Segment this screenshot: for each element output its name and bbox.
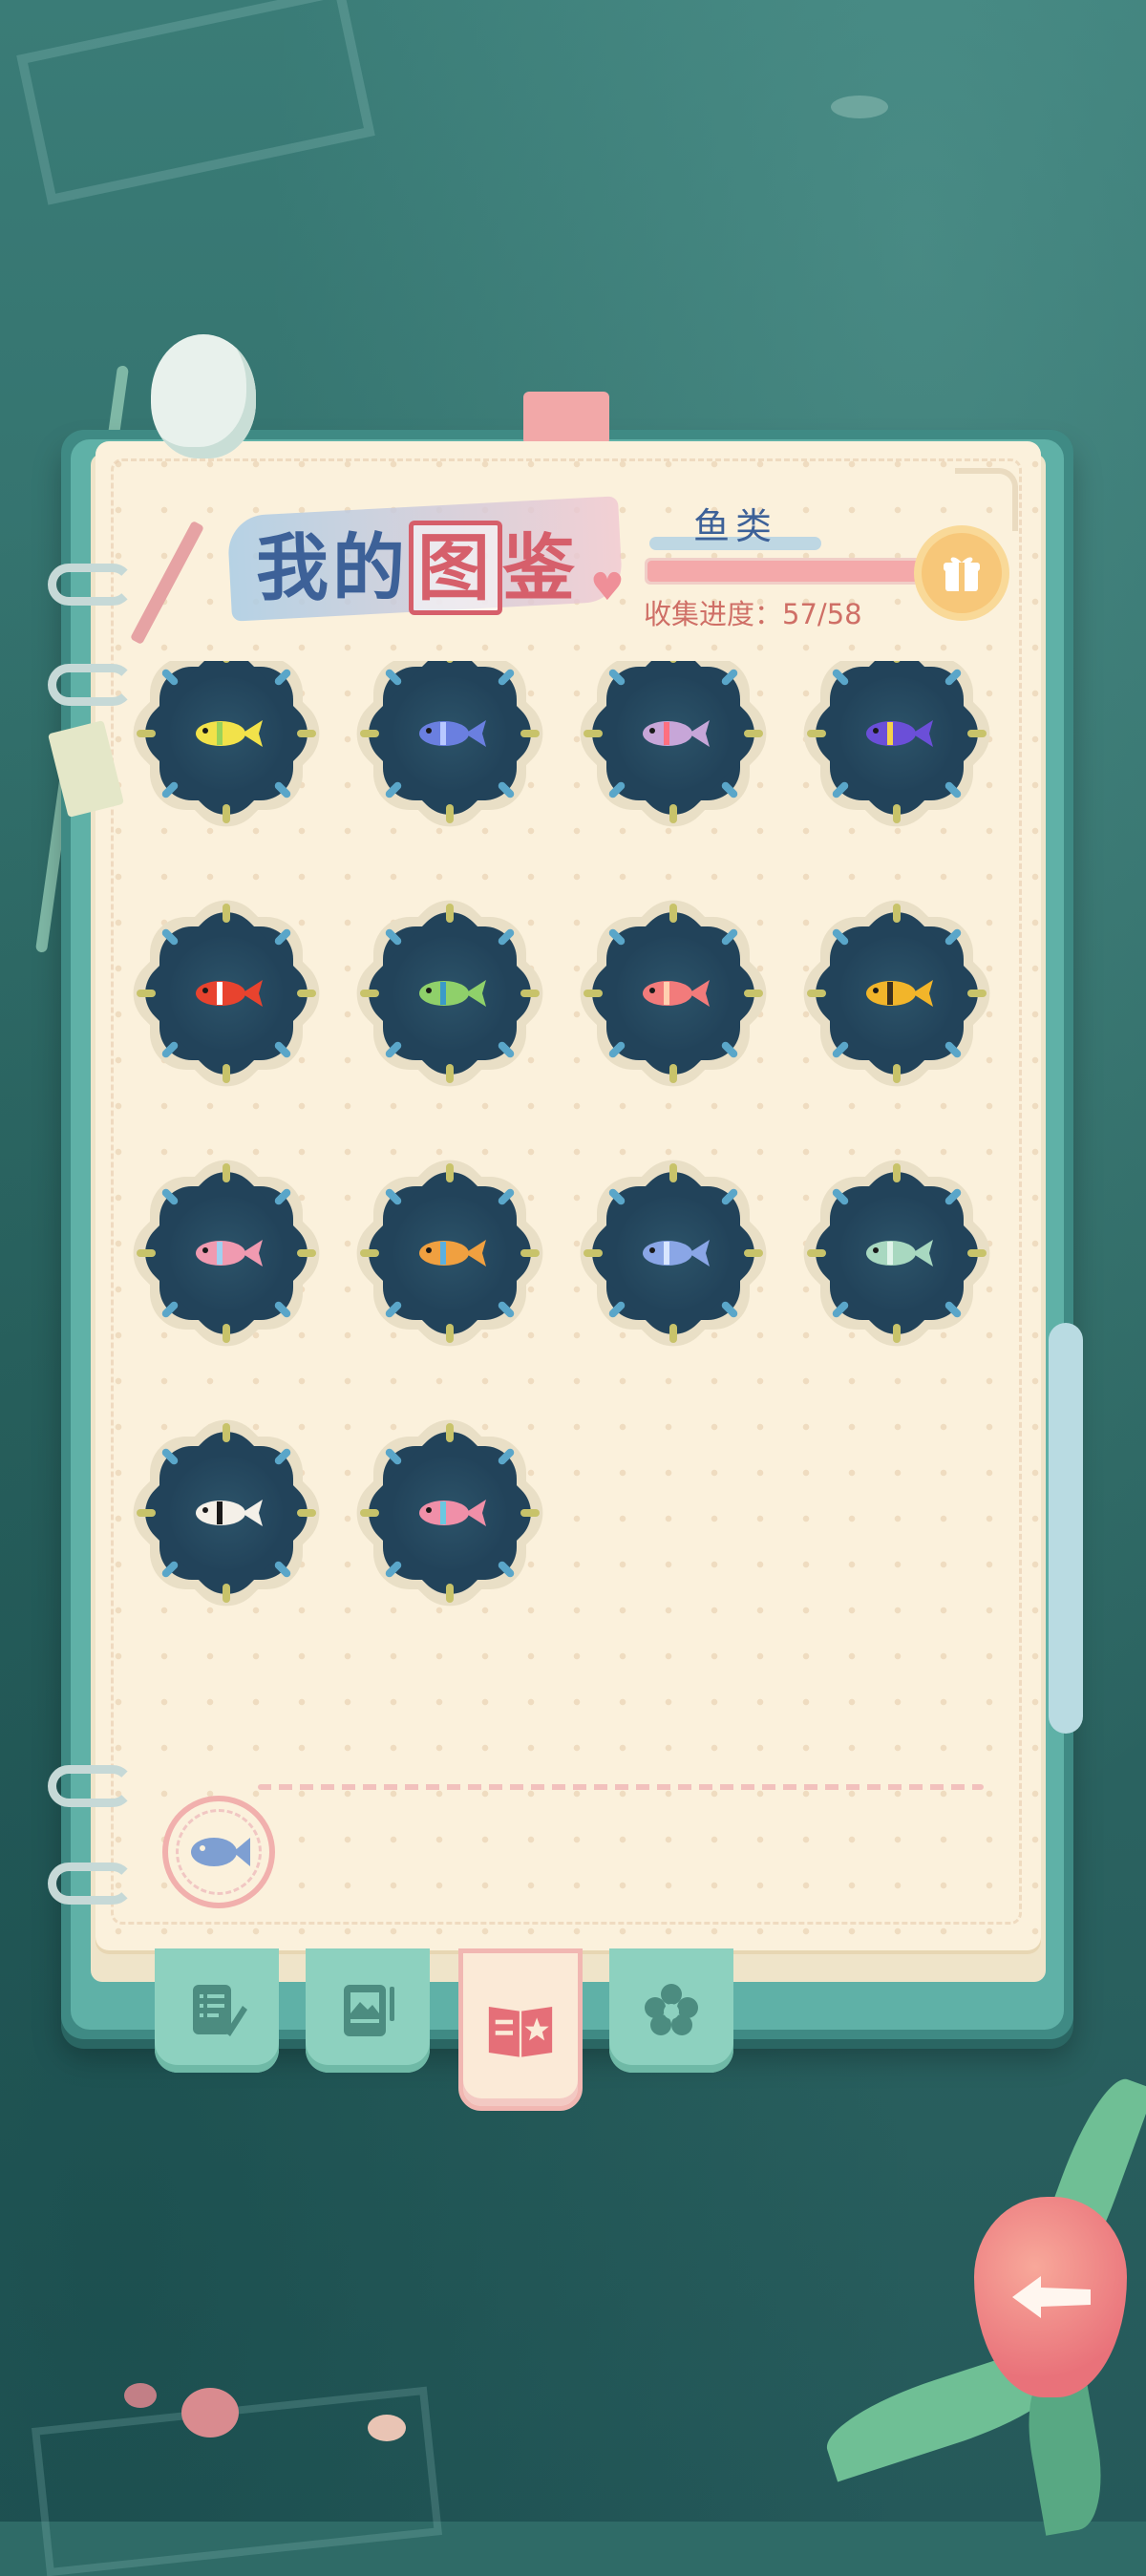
collection-slot-yellow-tang-fish[interactable]	[115, 661, 338, 863]
binder-ring	[48, 1863, 134, 1905]
lace-ribbon-decoration	[1049, 1323, 1083, 1734]
binder-ring	[48, 564, 134, 606]
collection-progress-bar	[645, 558, 960, 585]
filter-button-ring	[176, 1809, 262, 1895]
collection-slot-yellow-boxfish[interactable]	[785, 863, 1008, 1123]
title-boxed-char: 图	[409, 521, 502, 615]
collection-progress-fill	[647, 561, 952, 582]
collection-slot-clownfish[interactable]	[115, 863, 338, 1123]
open-book-star-icon	[488, 2007, 553, 2057]
flower-icon	[645, 1984, 698, 2035]
green-parrotfish-icon	[419, 980, 486, 1007]
pink-blue-flyingfish-icon	[419, 1500, 486, 1526]
collection-grid	[115, 661, 1022, 1643]
tab-encyclopedia[interactable]	[458, 1948, 583, 2111]
blue-betta-fish-icon	[419, 720, 486, 747]
back-arrow-icon	[1012, 2276, 1091, 2318]
collection-scroll-area[interactable]	[115, 661, 1022, 1750]
page-title: 我的图鉴	[256, 516, 579, 621]
banggai-cardinalfish-icon	[196, 1500, 263, 1526]
bubble-decoration	[831, 96, 888, 118]
heart-icon: ♥	[590, 565, 625, 609]
gift-icon	[944, 557, 980, 591]
collection-slot-blue-betta-fish[interactable]	[338, 661, 562, 863]
title-part-2: 鉴	[502, 525, 579, 610]
gift-reward-button[interactable]	[922, 533, 1002, 613]
dashed-divider	[258, 1784, 984, 1790]
collection-slot-pink-tetra-fish[interactable]	[115, 1123, 338, 1383]
collection-slot-banggai-cardinalfish[interactable]	[115, 1383, 338, 1643]
pink-tetra-fish-icon	[196, 1240, 263, 1267]
collection-slot-blue-dory-fish[interactable]	[562, 1123, 785, 1383]
collection-slot-neon-tetra-fish[interactable]	[562, 661, 785, 863]
tab-notes[interactable]	[155, 1948, 279, 2073]
pebble-decoration	[368, 2415, 406, 2441]
yellow-boxfish-icon	[866, 980, 933, 1007]
neon-tetra-fish-icon	[643, 720, 710, 747]
collection-slot-pink-blue-flyingfish[interactable]	[338, 1383, 562, 1643]
photo-album-icon	[344, 1985, 394, 2036]
binder-ring	[48, 1765, 134, 1807]
title-part-1: 我的	[256, 525, 409, 610]
collection-slot-rainbow-fish[interactable]	[338, 1123, 562, 1383]
corner-flourish-decoration	[955, 468, 1018, 531]
fish-filter-button[interactable]	[162, 1796, 275, 1908]
collection-slot-purple-dottyback-fish[interactable]	[785, 661, 1008, 863]
yellow-tang-fish-icon	[196, 720, 263, 747]
progress-count: 57/58	[782, 598, 862, 630]
collection-slot-leafy-seadragon[interactable]	[785, 1123, 1008, 1383]
pebble-decoration	[181, 2388, 239, 2438]
pink-goldfish-icon	[643, 980, 710, 1007]
clownfish-icon	[196, 980, 263, 1007]
collection-progress-text: 收集进度：57/58	[644, 592, 862, 632]
bookmark-tab-decoration	[523, 392, 609, 445]
leafy-seadragon-icon	[866, 1240, 933, 1267]
collection-slot-green-parrotfish[interactable]	[338, 863, 562, 1123]
tab-decoration[interactable]	[609, 1948, 733, 2073]
pebble-decoration	[124, 2383, 157, 2408]
blue-dory-fish-icon	[643, 1240, 710, 1267]
notepad-pencil-icon	[193, 1985, 247, 2036]
progress-label: 收集进度：	[644, 598, 783, 630]
tab-album[interactable]	[306, 1948, 430, 2073]
rainbow-fish-icon	[419, 1240, 486, 1267]
white-tulip-decoration	[151, 334, 256, 458]
purple-dottyback-fish-icon	[866, 720, 933, 747]
category-label[interactable]: 鱼类	[668, 497, 802, 549]
collection-slot-pink-goldfish[interactable]	[562, 863, 785, 1123]
